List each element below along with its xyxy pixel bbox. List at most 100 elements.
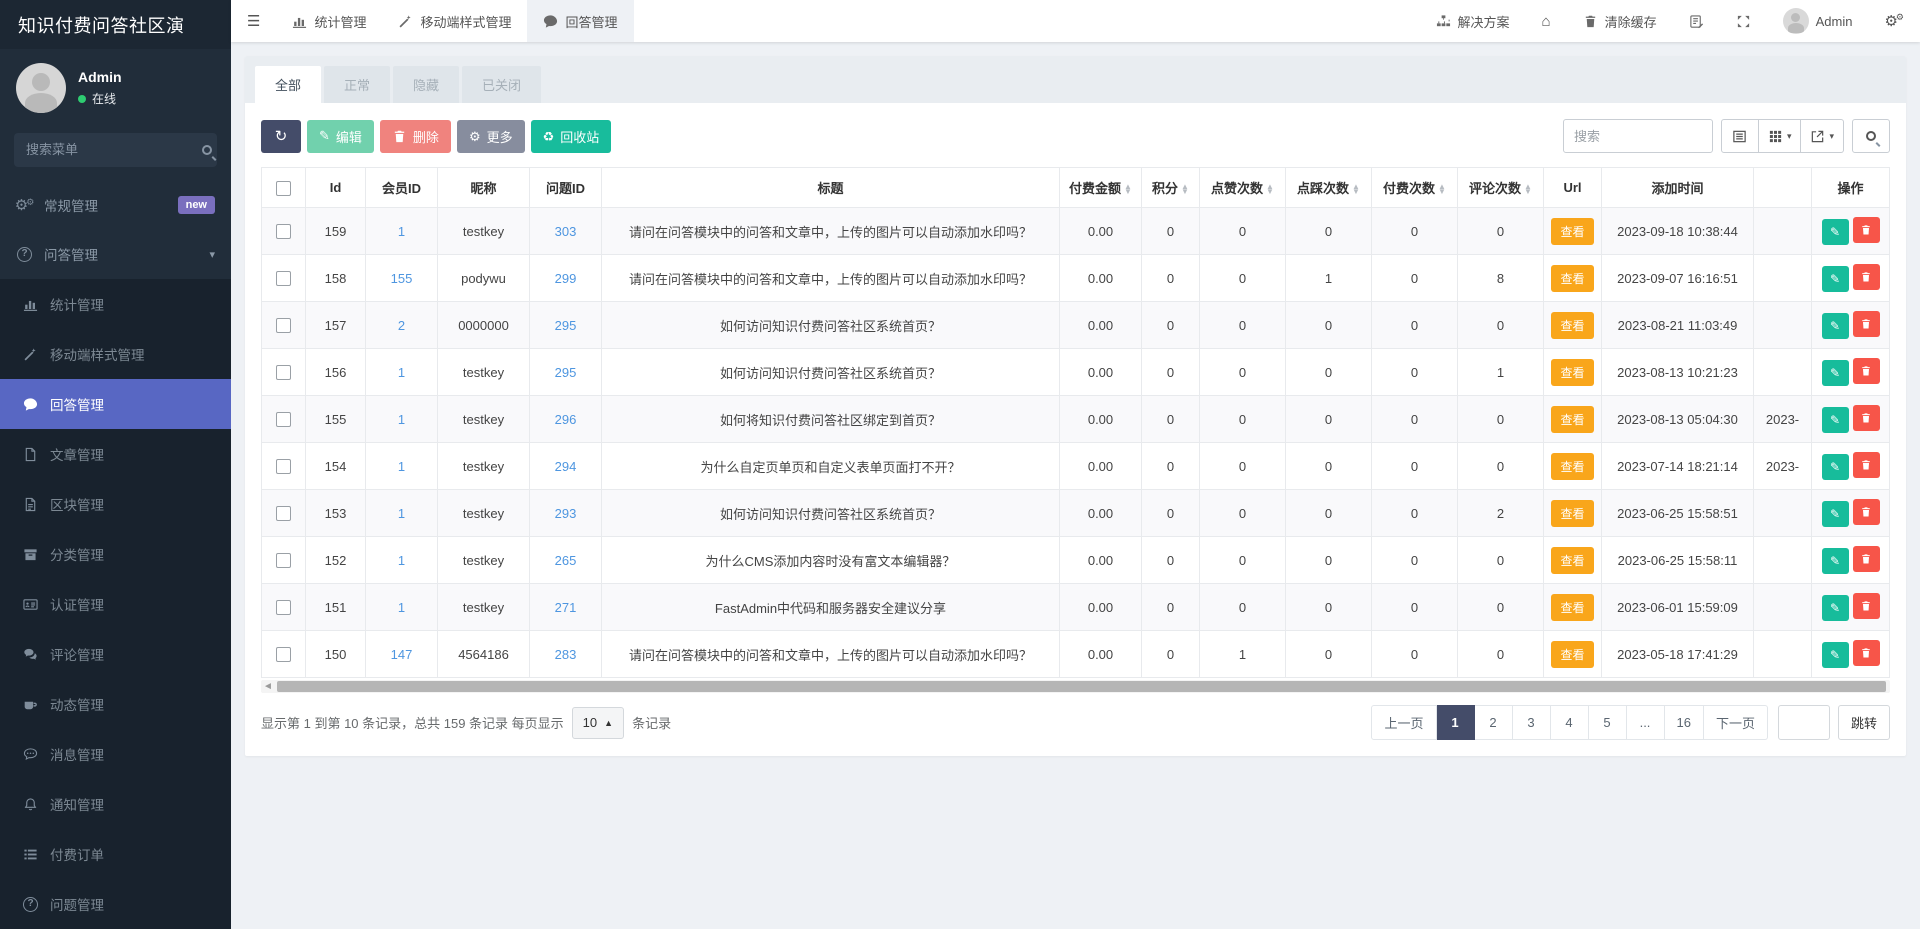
member-id-link[interactable]: 1 xyxy=(398,224,405,239)
member-id-link[interactable]: 147 xyxy=(391,647,413,662)
jump-button[interactable]: 跳转 xyxy=(1838,705,1890,740)
search-button[interactable] xyxy=(1852,119,1890,153)
sidebar-item-certification[interactable]: 认证管理 xyxy=(0,579,231,629)
page-button-16[interactable]: 16 xyxy=(1665,705,1704,740)
row-delete-button[interactable] xyxy=(1853,311,1880,337)
row-edit-button[interactable]: ✎ xyxy=(1822,642,1849,668)
scroll-left-icon[interactable]: ◄ xyxy=(263,680,273,693)
prev-page-button[interactable]: 上一页 xyxy=(1371,705,1436,740)
sidebar-item-notifications[interactable]: 通知管理 xyxy=(0,779,231,829)
scrollbar-thumb[interactable] xyxy=(277,681,1886,692)
sidebar-item-qa[interactable]: ? 问答管理 ▾ xyxy=(0,230,231,279)
row-checkbox[interactable] xyxy=(276,459,291,474)
view-url-badge[interactable]: 查看 xyxy=(1551,312,1593,339)
view-url-badge[interactable]: 查看 xyxy=(1551,406,1593,433)
row-edit-button[interactable]: ✎ xyxy=(1822,595,1849,621)
row-checkbox[interactable] xyxy=(276,412,291,427)
row-checkbox[interactable] xyxy=(276,647,291,662)
member-id-link[interactable]: 155 xyxy=(391,271,413,286)
topnav-tab-answers[interactable]: 回答管理 xyxy=(527,0,633,42)
view-url-badge[interactable]: 查看 xyxy=(1551,547,1593,574)
row-checkbox[interactable] xyxy=(276,318,291,333)
col-score[interactable]: 积分▲▼ xyxy=(1142,168,1200,208)
view-url-badge[interactable]: 查看 xyxy=(1551,594,1593,621)
row-checkbox[interactable] xyxy=(276,271,291,286)
row-delete-button[interactable] xyxy=(1853,499,1880,525)
toggle-view-button[interactable] xyxy=(1721,119,1759,153)
view-url-badge[interactable]: 查看 xyxy=(1551,453,1593,480)
sidebar-item-stats[interactable]: 统计管理 xyxy=(0,279,231,329)
page-button-4[interactable]: 4 xyxy=(1551,705,1589,740)
question-id-link[interactable]: 295 xyxy=(555,318,577,333)
col-comments[interactable]: 评论次数▲▼ xyxy=(1458,168,1544,208)
sidebar-item-messages[interactable]: 消息管理 xyxy=(0,729,231,779)
page-button-2[interactable]: 2 xyxy=(1475,705,1513,740)
sidebar-item-articles[interactable]: 文章管理 xyxy=(0,429,231,479)
user-menu[interactable]: Admin xyxy=(1767,0,1869,42)
member-id-link[interactable]: 2 xyxy=(398,318,405,333)
question-id-link[interactable]: 283 xyxy=(555,647,577,662)
tab-normal[interactable]: 正常 xyxy=(324,66,390,103)
row-edit-button[interactable]: ✎ xyxy=(1822,548,1849,574)
more-button[interactable]: ⚙更多 xyxy=(457,120,525,153)
delete-button[interactable]: 删除 xyxy=(380,120,451,153)
row-delete-button[interactable] xyxy=(1853,452,1880,478)
question-id-link[interactable]: 295 xyxy=(555,365,577,380)
sidebar-toggle[interactable]: ☰ xyxy=(231,0,276,42)
row-checkbox[interactable] xyxy=(276,365,291,380)
row-edit-button[interactable]: ✎ xyxy=(1822,313,1849,339)
recycle-bin-button[interactable]: ♻回收站 xyxy=(531,120,612,153)
col-likes[interactable]: 点赞次数▲▼ xyxy=(1200,168,1286,208)
col-amount[interactable]: 付费金额▲▼ xyxy=(1060,168,1142,208)
view-url-badge[interactable]: 查看 xyxy=(1551,641,1593,668)
solution-link[interactable]: 解决方案 xyxy=(1420,0,1526,42)
page-ellipsis[interactable]: ... xyxy=(1627,705,1665,740)
topnav-tab-mobile-style[interactable]: 移动端样式管理 xyxy=(382,0,527,42)
language-button[interactable] xyxy=(1673,0,1720,42)
page-button-1[interactable]: 1 xyxy=(1437,705,1475,740)
columns-button[interactable]: ▾ xyxy=(1759,119,1802,153)
member-id-link[interactable]: 1 xyxy=(398,600,405,615)
tab-closed[interactable]: 已关闭 xyxy=(462,66,541,103)
row-delete-button[interactable] xyxy=(1853,405,1880,431)
question-id-link[interactable]: 303 xyxy=(555,224,577,239)
row-edit-button[interactable]: ✎ xyxy=(1822,407,1849,433)
jump-page-input[interactable] xyxy=(1778,705,1830,740)
row-delete-button[interactable] xyxy=(1853,593,1880,619)
sidebar-item-general[interactable]: ⚙⚙ 常规管理 new xyxy=(0,181,231,230)
col-dislikes[interactable]: 点踩次数▲▼ xyxy=(1286,168,1372,208)
horizontal-scrollbar[interactable]: ◄ xyxy=(261,680,1890,693)
next-page-button[interactable]: 下一页 xyxy=(1704,705,1768,740)
member-id-link[interactable]: 1 xyxy=(398,459,405,474)
page-button-3[interactable]: 3 xyxy=(1513,705,1551,740)
question-id-link[interactable]: 265 xyxy=(555,553,577,568)
sidebar-item-answers[interactable]: 回答管理 xyxy=(0,379,231,429)
row-checkbox[interactable] xyxy=(276,224,291,239)
table-search-input[interactable] xyxy=(1563,119,1713,153)
row-checkbox[interactable] xyxy=(276,600,291,615)
view-url-badge[interactable]: 查看 xyxy=(1551,218,1593,245)
row-edit-button[interactable]: ✎ xyxy=(1822,360,1849,386)
row-delete-button[interactable] xyxy=(1853,358,1880,384)
row-delete-button[interactable] xyxy=(1853,264,1880,290)
edit-button[interactable]: ✎编辑 xyxy=(307,120,374,153)
row-delete-button[interactable] xyxy=(1853,217,1880,243)
view-url-badge[interactable]: 查看 xyxy=(1551,500,1593,527)
page-button-5[interactable]: 5 xyxy=(1589,705,1627,740)
question-id-link[interactable]: 296 xyxy=(555,412,577,427)
export-button[interactable]: ▾ xyxy=(1801,119,1844,153)
question-id-link[interactable]: 293 xyxy=(555,506,577,521)
row-checkbox[interactable] xyxy=(276,553,291,568)
avatar[interactable] xyxy=(16,63,66,113)
view-url-badge[interactable]: 查看 xyxy=(1551,265,1593,292)
sidebar-item-comments[interactable]: 评论管理 xyxy=(0,629,231,679)
sidebar-item-questions[interactable]: ? 问题管理 xyxy=(0,879,231,929)
row-edit-button[interactable]: ✎ xyxy=(1822,266,1849,292)
row-edit-button[interactable]: ✎ xyxy=(1822,454,1849,480)
tab-hidden[interactable]: 隐藏 xyxy=(393,66,459,103)
row-delete-button[interactable] xyxy=(1853,546,1880,572)
select-all-checkbox[interactable] xyxy=(276,181,291,196)
row-delete-button[interactable] xyxy=(1853,640,1880,666)
sidebar-item-mobile-style[interactable]: 移动端样式管理 xyxy=(0,329,231,379)
member-id-link[interactable]: 1 xyxy=(398,365,405,380)
